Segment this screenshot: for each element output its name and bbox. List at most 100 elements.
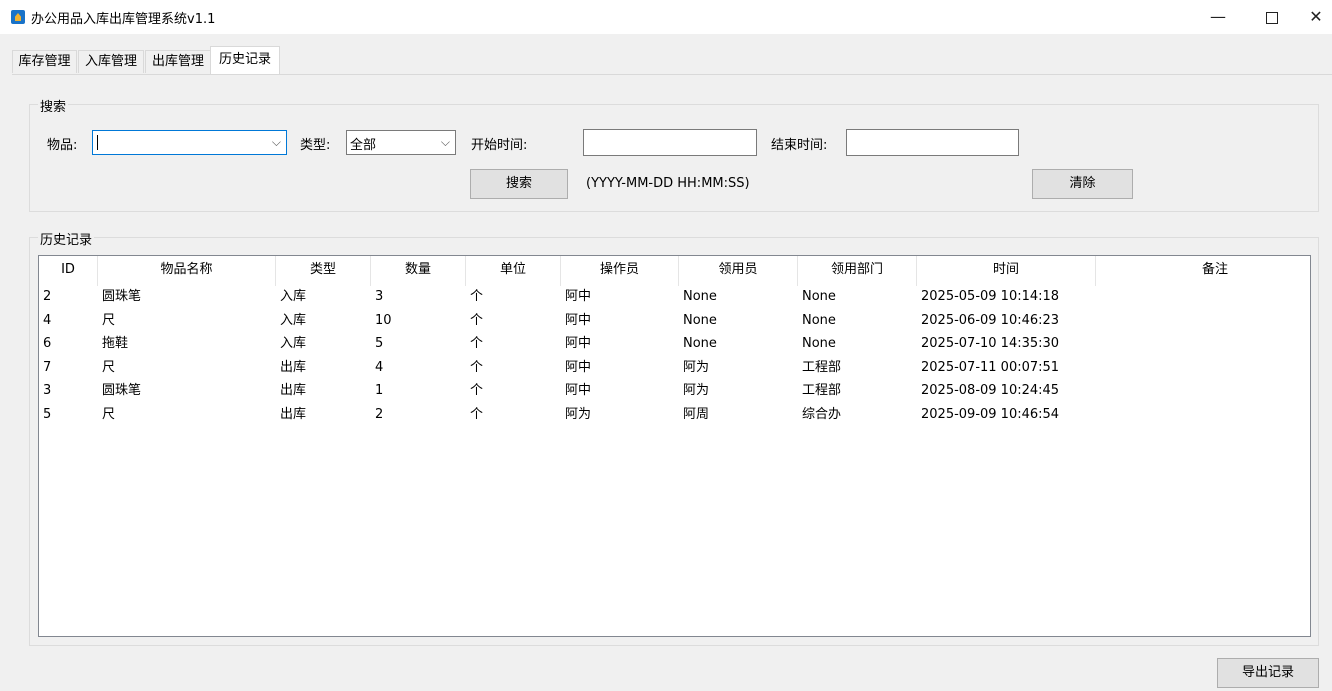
table-cell: 个	[470, 406, 484, 422]
table-cell: 1	[375, 383, 384, 398]
column-header[interactable]: 领用部门	[798, 256, 917, 286]
search-group-title: 搜索	[38, 96, 69, 115]
table-cell: 阿为	[683, 383, 710, 398]
table-cell: 个	[470, 312, 484, 328]
end-time-input[interactable]	[846, 129, 1019, 156]
table-cell: 圆珠笔	[102, 383, 142, 398]
table-row[interactable]: 4 尺 入库 10 个 阿中 None None 2025-06-09 10:46:23	[39, 309, 1310, 332]
table-cell: 个	[470, 359, 484, 375]
table-cell: 10	[375, 312, 392, 328]
column-header[interactable]: ID	[39, 256, 98, 286]
table-cell: 2	[43, 289, 52, 304]
tab-stock-in[interactable]: 入库管理	[78, 50, 144, 73]
table-cell: 拖鞋	[102, 336, 129, 351]
tab-stock-out[interactable]: 出库管理	[145, 50, 211, 73]
table-cell: 圆珠笔	[102, 289, 142, 304]
tab-inventory[interactable]: 库存管理	[12, 50, 77, 73]
table-cell: 尺	[102, 406, 116, 422]
table-cell: None	[683, 289, 717, 304]
table-cell: 出库	[280, 383, 307, 398]
table-cell: 尺	[102, 359, 116, 375]
table-row[interactable]: 5 尺 出库 2 个 阿为 阿周 综合办 2025-09-09 10:46:54	[39, 403, 1310, 426]
table-cell: 入库	[280, 289, 307, 304]
table-cell: 2025-05-09 10:14:18	[921, 289, 1060, 304]
history-group-title: 历史记录	[38, 229, 95, 248]
type-combobox[interactable]: 全部 ⌵	[346, 130, 456, 155]
table-row[interactable]: 6 拖鞋 入库 5 个 阿中 None None 2025-07-10 14:35:30	[39, 332, 1310, 355]
search-button[interactable]: 搜索	[470, 169, 568, 199]
text-cursor	[97, 135, 98, 150]
table-row[interactable]: 3 圆珠笔 出库 1 个 阿中 阿为 工程部 2025-08-09 10:24:45	[39, 379, 1310, 402]
column-header[interactable]: 时间	[917, 256, 1096, 286]
table-cell: 阿中	[565, 289, 592, 304]
column-header[interactable]: 备注	[1096, 256, 1310, 286]
maximize-icon[interactable]	[1252, 4, 1292, 30]
table-cell: 工程部	[802, 383, 842, 398]
type-value: 全部	[350, 138, 377, 153]
table-cell: 阿中	[565, 383, 592, 398]
chevron-down-icon[interactable]: ⌵	[272, 135, 281, 150]
title-bar: 办公用品入库出库管理系统v1.1 — ✕	[0, 0, 1332, 34]
table-row[interactable]: 2 圆珠笔 入库 3 个 阿中 None None 2025-05-09 10:14:18	[39, 285, 1310, 308]
table-cell: 7	[43, 359, 52, 375]
table-cell: 个	[470, 383, 484, 398]
table-cell: 5	[375, 336, 384, 351]
table-cell: None	[802, 289, 836, 304]
table-cell: 个	[470, 289, 484, 304]
table-cell	[1096, 285, 1310, 308]
item-combobox[interactable]: ⌵	[92, 130, 287, 155]
table-cell: 2025-07-11 00:07:51	[921, 359, 1060, 375]
app-house-icon	[11, 10, 25, 24]
table-cell: 入库	[280, 312, 307, 328]
item-label: 物品:	[47, 138, 78, 153]
time-format-hint: (YYYY-MM-DD HH:MM:SS)	[586, 176, 750, 191]
table-cell: 入库	[280, 336, 307, 351]
start-time-label: 开始时间:	[471, 138, 528, 153]
table-cell: 2025-09-09 10:46:54	[921, 406, 1060, 422]
table-cell: 工程部	[802, 359, 842, 375]
table-cell: None	[683, 312, 717, 328]
table-cell	[1096, 309, 1310, 332]
table-cell: None	[802, 336, 836, 351]
column-header[interactable]: 类型	[276, 256, 371, 286]
table-cell: 2025-07-10 14:35:30	[921, 336, 1060, 351]
column-header[interactable]: 数量	[371, 256, 466, 286]
table-cell: 4	[375, 359, 384, 375]
column-header[interactable]: 操作员	[561, 256, 679, 286]
window-title: 办公用品入库出库管理系统v1.1	[31, 12, 216, 27]
chevron-down-icon[interactable]: ⌵	[441, 135, 450, 150]
table-cell: 4	[43, 312, 52, 328]
close-icon[interactable]: ✕	[1296, 4, 1332, 30]
history-table[interactable]: ID 物品名称 类型 数量 单位 操作员 领用员 领用部门 时间 备注 2 圆珠笔…	[38, 255, 1311, 637]
table-cell: 3	[43, 383, 52, 398]
minimize-icon[interactable]: —	[1198, 4, 1238, 30]
table-cell: 阿周	[683, 406, 710, 422]
end-time-label: 结束时间:	[771, 138, 828, 153]
table-cell	[1096, 332, 1310, 355]
clear-button[interactable]: 清除	[1032, 169, 1133, 199]
table-cell: 阿中	[565, 312, 592, 328]
column-header[interactable]: 物品名称	[98, 256, 276, 286]
table-cell	[1096, 356, 1310, 379]
export-records-button[interactable]: 导出记录	[1217, 658, 1319, 688]
table-cell: 出库	[280, 406, 307, 422]
table-cell: 5	[43, 406, 52, 422]
column-header[interactable]: 单位	[466, 256, 561, 286]
column-header[interactable]: 领用员	[679, 256, 798, 286]
table-cell	[1096, 379, 1310, 402]
table-cell: 3	[375, 289, 384, 304]
start-time-input[interactable]	[583, 129, 757, 156]
table-row[interactable]: 7 尺 出库 4 个 阿中 阿为 工程部 2025-07-11 00:07:51	[39, 356, 1310, 379]
table-cell: 阿中	[565, 359, 592, 375]
table-cell: 阿为	[683, 359, 710, 375]
table-cell: 尺	[102, 312, 116, 328]
table-cell: 2025-08-09 10:24:45	[921, 383, 1060, 398]
table-cell: 综合办	[802, 406, 842, 422]
tab-history[interactable]: 历史记录	[210, 46, 280, 75]
table-cell: 6	[43, 336, 52, 351]
table-cell: None	[683, 336, 717, 351]
table-cell: 阿中	[565, 336, 592, 351]
table-header: ID 物品名称 类型 数量 单位 操作员 领用员 领用部门 时间 备注	[39, 256, 1310, 286]
table-cell: 2	[375, 406, 384, 422]
table-cell: 2025-06-09 10:46:23	[921, 312, 1060, 328]
